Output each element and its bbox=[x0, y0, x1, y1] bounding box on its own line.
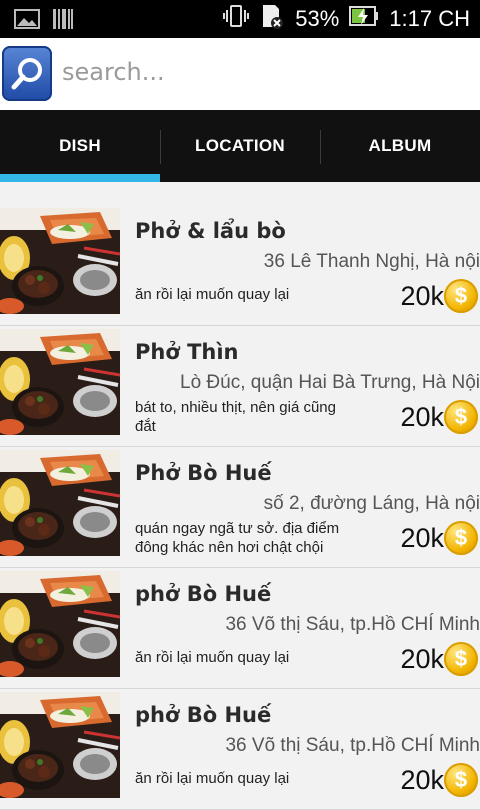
barcode-icon bbox=[52, 8, 74, 34]
tab-bar: DISH LOCATION ALBUM bbox=[0, 110, 480, 182]
dish-address: Lò Đúc, quận Hai Bà Trưng, Hà Nội bbox=[180, 372, 480, 393]
dish-item[interactable]: Phở Thìn Lò Đúc, quận Hai Bà Trưng, Hà N… bbox=[0, 326, 480, 447]
dish-address: số 2, đường Láng, Hà nội bbox=[263, 493, 480, 514]
dish-photo bbox=[0, 208, 120, 314]
coin-icon: $ bbox=[444, 642, 478, 676]
search-bar bbox=[0, 38, 480, 110]
status-bar-left bbox=[14, 8, 74, 34]
dish-price: 20k bbox=[400, 281, 444, 311]
dish-name: Phở Thìn bbox=[135, 340, 239, 364]
dish-note: bát to, nhiều thịt, nên giá cũng đắt bbox=[135, 399, 336, 435]
dish-note: ăn rồi lại muốn quay lại bbox=[135, 649, 290, 666]
dish-name: phở Bò Huế bbox=[135, 582, 272, 606]
dish-item[interactable]: phở Bò Huế 36 Võ thị Sáu, tp.Hồ CHÍ Minh… bbox=[0, 568, 480, 689]
clock: 1:17 CH bbox=[389, 6, 470, 31]
dish-photo bbox=[0, 571, 120, 677]
dish-item[interactable]: phở Bò Huế 36 Võ thị Sáu, tp.Hồ CHÍ Minh… bbox=[0, 689, 480, 810]
dish-address: 36 Võ thị Sáu, tp.Hồ CHÍ Minh bbox=[225, 614, 480, 635]
coin-icon: $ bbox=[444, 763, 478, 797]
dish-photo bbox=[0, 329, 120, 435]
image-icon bbox=[14, 8, 40, 34]
search-button[interactable] bbox=[2, 46, 52, 101]
dish-photo bbox=[0, 692, 120, 798]
dish-name: Phở & lẩu bò bbox=[135, 219, 286, 243]
dish-name: Phở Bò Huế bbox=[135, 461, 272, 485]
search-input[interactable] bbox=[62, 52, 462, 92]
dish-list: Phở & lẩu bò 36 Lê Thanh Nghị, Hà nội ăn… bbox=[0, 205, 480, 810]
tab-dish[interactable]: DISH bbox=[0, 110, 160, 182]
tab-album[interactable]: ALBUM bbox=[320, 110, 480, 182]
dish-address: 36 Võ thị Sáu, tp.Hồ CHÍ Minh bbox=[225, 735, 480, 756]
dish-note: quán ngay ngã tư sở. địa điểm đông khác … bbox=[135, 520, 340, 556]
dish-item[interactable]: Phở Bò Huế số 2, đường Láng, Hà nội quán… bbox=[0, 447, 480, 568]
dish-photo bbox=[0, 450, 120, 556]
dish-price: 20k bbox=[400, 644, 444, 674]
sd-card-icon bbox=[259, 3, 285, 35]
dish-price: 20k bbox=[400, 765, 444, 795]
coin-icon: $ bbox=[444, 521, 478, 555]
battery-percent: 53% bbox=[295, 6, 340, 31]
dish-address: 36 Lê Thanh Nghị, Hà nội bbox=[263, 251, 480, 272]
coin-icon: $ bbox=[444, 400, 478, 434]
battery-charging-icon bbox=[349, 5, 379, 33]
dish-price: 20k bbox=[400, 402, 444, 432]
dish-price: 20k bbox=[400, 523, 444, 553]
dish-name: phở Bò Huế bbox=[135, 703, 272, 727]
dish-note: ăn rồi lại muốn quay lại bbox=[135, 286, 290, 303]
status-bar: 53% 1:17 CH bbox=[0, 0, 480, 38]
vibrate-icon bbox=[223, 4, 250, 34]
dish-note: ăn rồi lại muốn quay lại bbox=[135, 770, 290, 787]
coin-icon: $ bbox=[444, 279, 478, 313]
tab-selected-indicator bbox=[0, 174, 160, 182]
dish-item[interactable]: Phở & lẩu bò 36 Lê Thanh Nghị, Hà nội ăn… bbox=[0, 205, 480, 326]
tab-location[interactable]: LOCATION bbox=[160, 110, 320, 182]
status-bar-right: 53% 1:17 CH bbox=[223, 0, 470, 38]
search-icon bbox=[11, 58, 42, 90]
